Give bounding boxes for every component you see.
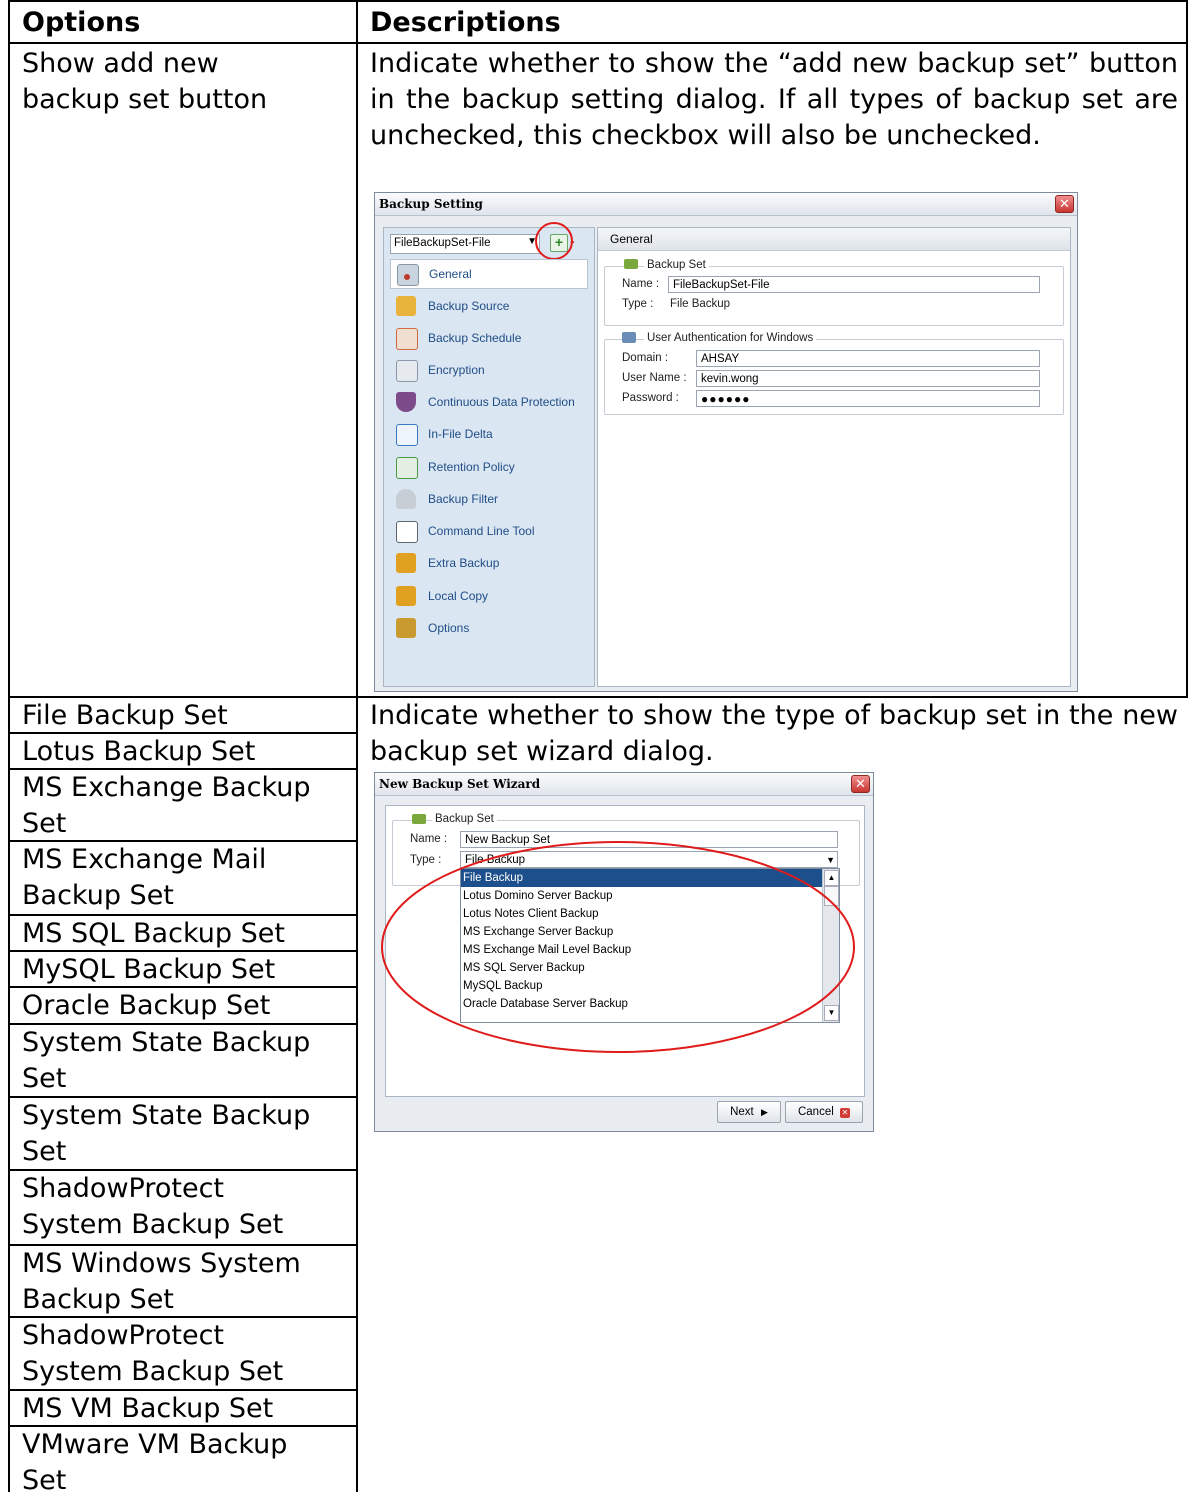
annotation-ellipse — [381, 841, 855, 1053]
